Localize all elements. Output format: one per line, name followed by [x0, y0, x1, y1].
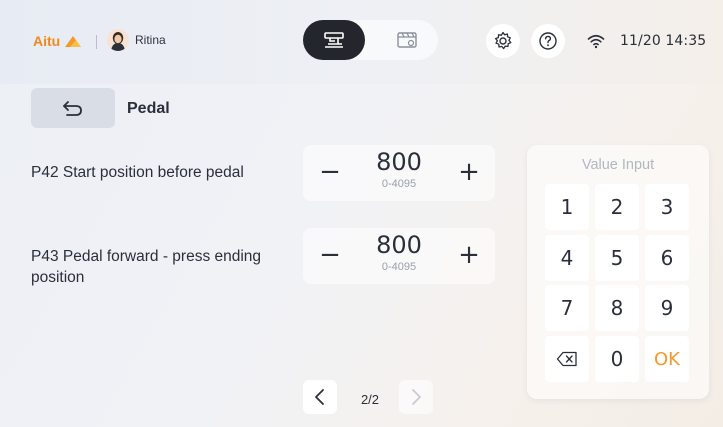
key-3[interactable]: 3 — [645, 184, 689, 230]
param-label-p42: P42 Start position before pedal — [31, 164, 244, 181]
top-bar: Aitu Ritina 11/20 14:35 — [0, 0, 723, 84]
increment-button[interactable]: + — [446, 149, 492, 195]
increment-button[interactable]: + — [446, 232, 492, 278]
sewing-machine-icon — [324, 32, 344, 48]
param-label-p43: P43 Pedal forward - press ending positio… — [31, 246, 261, 288]
value-range: 0-4095 — [381, 261, 417, 273]
keypad-title: Value Input — [581, 157, 655, 173]
datetime: 11/20 14:35 — [620, 33, 707, 49]
help-circle-icon — [539, 32, 557, 50]
gear-icon — [494, 31, 512, 50]
param-label-line: P43 Pedal forward - press ending — [31, 248, 262, 265]
decrement-button[interactable]: − — [307, 149, 353, 195]
page-title: Pedal — [127, 100, 170, 117]
key-9[interactable]: 9 — [645, 285, 689, 331]
value-input-keypad: Value Input 1 2 3 4 5 6 7 8 9 0 OK — [527, 145, 709, 399]
stepper-p43: − 800 0-4095 + — [303, 228, 495, 284]
decrement-button[interactable]: − — [307, 232, 353, 278]
key-5[interactable]: 5 — [595, 235, 639, 281]
wifi-status — [587, 33, 605, 54]
stepper-p42: − 800 0-4095 + — [303, 145, 495, 201]
mode-switch — [303, 20, 438, 60]
key-8[interactable]: 8 — [595, 285, 639, 331]
ok-key[interactable]: OK — [645, 336, 689, 382]
key-0[interactable]: 0 — [595, 336, 639, 382]
video-tutorial-icon — [397, 32, 417, 48]
brand-mark-icon — [65, 36, 82, 47]
video-mode-button[interactable] — [376, 20, 438, 60]
brand-divider — [96, 35, 97, 49]
value-field[interactable]: 800 — [357, 231, 441, 259]
sewing-mode-button[interactable] — [303, 20, 365, 60]
key-2[interactable]: 2 — [595, 184, 639, 230]
page-indicator: 2/2 — [360, 392, 380, 407]
user-profile[interactable]: Ritina — [107, 29, 166, 51]
key-4[interactable]: 4 — [545, 235, 589, 281]
chevron-right-icon — [412, 389, 421, 405]
brand-name: Aitu — [33, 33, 61, 49]
key-7[interactable]: 7 — [545, 285, 589, 331]
brand-logo: Aitu — [33, 33, 82, 49]
undo-arrow-icon — [63, 101, 82, 116]
backspace-icon — [556, 351, 577, 367]
value-field[interactable]: 800 — [357, 148, 441, 176]
key-6[interactable]: 6 — [645, 235, 689, 281]
key-1[interactable]: 1 — [545, 184, 589, 230]
wifi-icon — [587, 34, 605, 49]
next-page-button[interactable] — [399, 380, 433, 414]
value-range: 0-4095 — [381, 178, 417, 190]
user-name: Ritina — [135, 33, 166, 47]
avatar — [107, 29, 129, 51]
chevron-left-icon — [315, 389, 324, 405]
back-button[interactable] — [31, 88, 115, 128]
backspace-key[interactable] — [545, 336, 589, 382]
previous-page-button[interactable] — [303, 380, 337, 414]
param-label-line: position — [31, 269, 85, 286]
help-button[interactable] — [531, 24, 565, 58]
settings-button[interactable] — [486, 24, 520, 58]
